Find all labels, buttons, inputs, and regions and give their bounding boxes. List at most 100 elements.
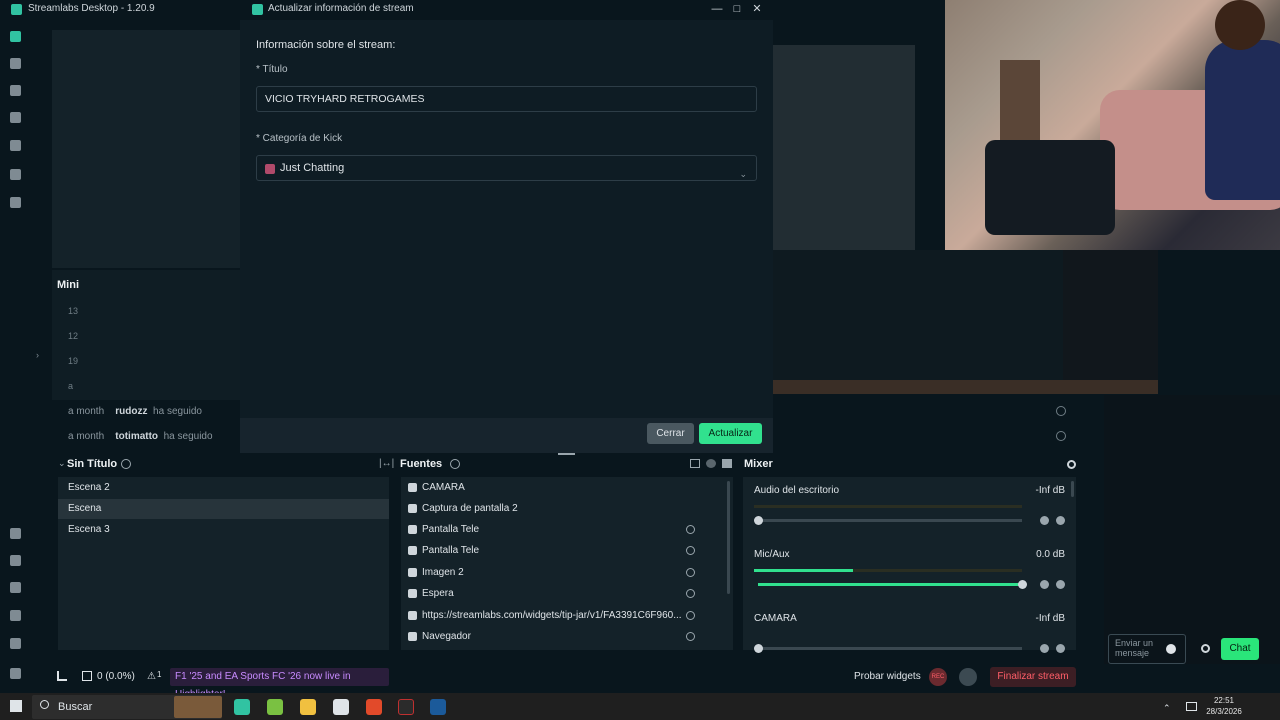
add-source-icon[interactable] [450,459,460,469]
audio-meter [754,505,1022,508]
taskbar-clock[interactable]: 22:51 28/3/2026 [1200,695,1248,717]
resize-handle[interactable] [558,453,575,455]
eye-hidden-icon[interactable] [686,525,695,534]
webcam-chair [985,140,1115,235]
file-explorer-icon[interactable] [300,699,316,715]
alert-icon[interactable]: ⚠ [147,671,156,682]
audio-meter [754,569,1022,572]
speaker-icon[interactable] [1040,580,1049,589]
app-taskbar-icon[interactable] [398,699,414,715]
app-taskbar-icon[interactable] [267,699,283,715]
channel-settings-icon[interactable] [1056,580,1065,589]
widgets-icon[interactable] [10,582,21,593]
steam-icon[interactable] [430,699,446,715]
streamlabs-taskbar-icon[interactable] [234,699,250,715]
maximize-button[interactable]: □ [729,1,745,17]
eye-hidden-icon[interactable] [686,589,695,598]
mixer-channel-db: -Inf dB [1035,485,1065,496]
store-icon[interactable] [10,140,21,151]
tools-icon[interactable] [10,112,21,123]
volume-slider[interactable] [758,580,1027,589]
scene-transitions-icon[interactable]: |↔| [379,458,394,469]
dashboard-icon[interactable] [10,58,21,69]
update-button[interactable]: Actualizar [699,423,762,444]
channel-settings-icon[interactable] [1056,644,1065,653]
left-navigation [0,18,32,690]
sources-scrollbar[interactable] [727,481,730,594]
chat-settings-icon[interactable] [1201,644,1210,653]
ai-icon[interactable] [10,610,21,621]
slider-knob[interactable] [1018,580,1027,589]
slider-knob[interactable] [754,516,763,525]
group-icon[interactable] [706,459,716,468]
volume-slider[interactable] [754,516,1022,525]
scene-item[interactable]: Escena 3 [58,520,389,540]
category-select[interactable]: Just Chatting ⌄ [256,155,757,181]
slider-knob[interactable] [754,644,763,653]
emoji-icon[interactable] [1166,644,1176,654]
feed-event: a month totimatto ha seguido [68,431,213,442]
pen-icon[interactable] [1186,702,1197,711]
refresh-icon[interactable] [1056,406,1066,416]
source-item[interactable]: Pantalla Tele [402,520,727,540]
source-item[interactable]: CAMARA [402,478,727,498]
layout-icon[interactable] [10,85,21,96]
source-item[interactable]: Navegador [402,627,727,647]
webcam-icon [408,483,417,492]
performance-icon[interactable] [57,671,67,681]
speaker-icon[interactable] [1040,644,1049,653]
search-icon [40,700,49,709]
integrations-icon[interactable] [10,555,21,566]
source-folder-icon[interactable] [722,459,732,468]
apps-icon[interactable] [10,528,21,539]
source-item[interactable]: Espera [402,584,727,604]
highlighter-announcement[interactable]: F1 '25 and EA Sports FC '26 now live in … [170,668,389,700]
mixer-channel-db: -Inf dB [1035,613,1065,624]
profile-icon[interactable] [10,668,21,679]
tray-chevron-icon[interactable]: ⌃ [1163,703,1171,714]
end-stream-button[interactable]: Finalizar stream [990,667,1076,687]
mixer-scrollbar[interactable] [1071,481,1074,497]
record-icon[interactable] [10,197,21,208]
volume-slider[interactable] [754,644,1022,653]
minimize-button[interactable]: — [709,1,725,17]
app-taskbar-icon[interactable] [333,699,349,715]
slider-fill [758,583,1022,586]
close-button[interactable]: Cerrar [647,423,694,444]
eye-hidden-icon[interactable] [686,632,695,641]
scene-item-selected[interactable]: Escena [58,499,389,519]
brave-browser-icon[interactable] [366,699,382,715]
source-item[interactable]: Captura de pantalla 2 [402,499,727,519]
collapse-chevron-icon[interactable]: ⌄ [58,458,66,469]
mixer-channel-name: Audio del escritorio [754,485,840,496]
refresh-icon[interactable] [1056,431,1066,441]
image-icon [408,589,417,598]
close-window-button[interactable]: ✕ [749,1,765,17]
mixer-dock [743,477,1076,650]
add-scene-icon[interactable] [121,459,131,469]
mixer-settings-icon[interactable] [1067,460,1076,469]
event-action: ha seguido [153,406,202,417]
windows-start-icon[interactable] [10,700,22,712]
replay-buffer-icon[interactable] [959,668,977,686]
dialog-body: Información sobre el stream: * Título VI… [240,20,773,418]
highlighter-icon[interactable] [10,169,21,180]
channel-settings-icon[interactable] [1056,516,1065,525]
test-widgets-button[interactable]: Probar widgets [854,671,921,682]
source-mirror-icon[interactable] [690,459,700,468]
chat-send-button[interactable]: Chat [1221,638,1259,660]
settings-icon[interactable] [10,638,21,649]
source-item[interactable]: https://streamlabs.com/widgets/tip-jar/v… [402,606,727,626]
expand-chevron-icon[interactable]: › [36,350,39,360]
record-button[interactable]: REC [929,668,947,686]
eye-hidden-icon[interactable] [686,546,695,555]
source-item[interactable]: Imagen 2 [402,563,727,583]
source-item[interactable]: Pantalla Tele [402,541,727,561]
editor-icon[interactable] [10,31,21,42]
streamlabs-logo-icon [11,4,22,15]
title-input[interactable]: VICIO TRYHARD RETROGAMES [256,86,757,112]
scene-item[interactable]: Escena 2 [58,478,389,498]
speaker-icon[interactable] [1040,516,1049,525]
eye-hidden-icon[interactable] [686,568,695,577]
eye-hidden-icon[interactable] [686,611,695,620]
